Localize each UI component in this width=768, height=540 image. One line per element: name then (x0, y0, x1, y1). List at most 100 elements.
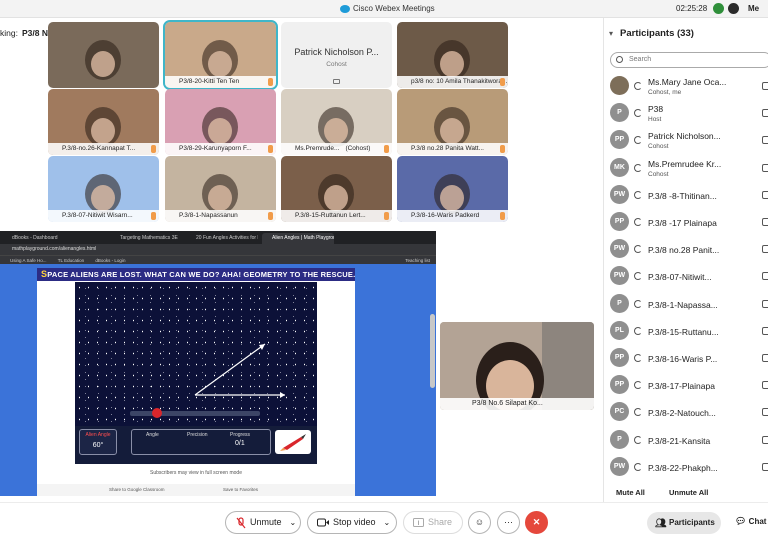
end-call-icon[interactable]: ✕ (525, 511, 548, 534)
participant-mic-icon[interactable] (762, 163, 768, 172)
bookmark[interactable]: Using A Safe Ho... (10, 258, 47, 263)
participant-row[interactable]: PW P.3/8-07-Nitiwit... (604, 264, 768, 291)
browser-tab[interactable]: Targeting Mathematics 3E (110, 233, 182, 244)
video-tile[interactable]: P.3/8-16-Waris Padkerd (397, 156, 508, 222)
menu-extra[interactable]: Me (748, 4, 759, 13)
participant-mic-icon[interactable] (762, 326, 768, 335)
participant-mic-icon[interactable] (762, 299, 768, 308)
connection-status-icon (634, 354, 642, 362)
connection-status-icon (634, 190, 642, 199)
video-tile[interactable] (48, 22, 159, 88)
more-options-icon[interactable]: ··· (497, 511, 520, 534)
avatar: PP (610, 348, 629, 367)
connection-status-icon (634, 245, 642, 254)
avatar (610, 76, 629, 95)
unmute-all-button[interactable]: Unmute All (669, 488, 708, 497)
video-tile[interactable]: P.3/8-1-Napassanun (165, 156, 276, 222)
participants-title: Participants (33) (620, 28, 694, 39)
video-tile[interactable]: Patrick Nicholson P... Cohost (281, 22, 392, 88)
bookmark[interactable]: TL Education (58, 258, 84, 263)
people-icon: 👥︎ (655, 518, 667, 528)
mic-icon (500, 145, 505, 153)
participant-name: P.3/8 no.28 Panit... (648, 245, 720, 256)
participant-mic-icon[interactable] (762, 408, 768, 417)
connection-status-icon (634, 381, 642, 390)
video-tile[interactable]: P.3/8-07-Nitiwit Wisarn... (48, 156, 159, 222)
share-button[interactable]: Share (403, 511, 463, 534)
mic-muted-icon (236, 517, 246, 528)
avatar: PW (610, 239, 629, 259)
video-tile[interactable]: P3/8-20-Kitti Ten Ten (163, 20, 278, 90)
participant-row[interactable]: PP P.3/8-16-Waris P... (604, 346, 768, 373)
participant-mic-icon[interactable] (762, 136, 768, 145)
video-tile[interactable]: P.3/8-no.26-Kannapat T... (48, 89, 159, 155)
browser-tab-bar: dBooks - Dashboard Targeting Mathematics… (0, 231, 436, 244)
participant-row[interactable]: PP P.3/8 -17 Plainapa (604, 210, 768, 237)
participant-mic-icon[interactable] (762, 245, 768, 254)
reactions-icon[interactable]: ☺ (468, 511, 491, 534)
avatar: P (610, 429, 629, 449)
video-tile[interactable]: P.3/8-15-Ruttanun Lert... (281, 156, 392, 222)
participant-mic-icon[interactable] (762, 354, 768, 362)
content-scrollbar[interactable] (430, 314, 435, 388)
stop-video-button[interactable]: Stop video ⌄ (307, 511, 397, 534)
participants-button[interactable]: 👥︎ Participants (647, 512, 721, 534)
participant-row[interactable]: PC P.3/8-2-Natouch... (604, 400, 768, 427)
shared-screen: dBooks - Dashboard Targeting Mathematics… (0, 231, 436, 496)
participant-mic-icon[interactable] (762, 218, 768, 226)
chat-button[interactable]: 💬︎ Chat (735, 516, 766, 527)
bookmark[interactable]: dBooks - Login (95, 258, 125, 263)
video-tile[interactable]: Ms.Premrude... (Cohost) (281, 89, 392, 155)
avatar: PL (610, 320, 629, 340)
participant-row[interactable]: PW P.3/8-22-Phakph... (604, 455, 768, 482)
participant-row[interactable]: MK Ms.Premrudee Kr... Cohost (604, 156, 768, 183)
connection-status-icon (634, 218, 642, 226)
self-view-video[interactable]: P3/8 No.6 Silapat Ko... (440, 322, 594, 410)
angle-drawing (130, 343, 285, 418)
participant-name: Ms.Premrudee Kr... (648, 158, 722, 169)
participant-mic-icon[interactable] (762, 82, 768, 90)
mute-all-button[interactable]: Mute All (616, 488, 645, 497)
browser-tab-active[interactable]: Alien Angles | Math Playground (262, 233, 334, 244)
participant-mic-icon[interactable] (762, 190, 768, 199)
participant-mic-icon[interactable] (762, 109, 768, 118)
video-tile[interactable]: P.3/8 no.28 Panita Watt... (397, 89, 508, 155)
participant-mic-icon[interactable] (762, 381, 768, 390)
participant-mic-icon[interactable] (762, 435, 768, 444)
share-classroom-link[interactable]: Share to Google Classroom (109, 487, 165, 492)
unmute-button[interactable]: Unmute ⌄ (225, 511, 301, 534)
web-footer: Share to Google Classroom Save to Favori… (37, 484, 355, 496)
video-tile[interactable]: p3/8 no: 10 Amila Thanakitwora... (397, 22, 508, 88)
save-favorites-link[interactable]: Save to Favorites (223, 487, 258, 492)
participant-row[interactable]: PP P.3/8-17-Plainapa (604, 373, 768, 400)
collapse-chevron-icon[interactable]: ▾ (609, 29, 613, 38)
address-bar[interactable]: mathplayground.com/alienangles.html (0, 244, 436, 255)
chevron-down-icon[interactable]: ⌄ (384, 518, 391, 527)
participant-row[interactable]: PL P.3/8-15-Ruttanu... (604, 319, 768, 346)
video-tile[interactable]: P3/8-29-Karunyaporn F... (165, 89, 276, 155)
connection-status-icon (634, 136, 642, 145)
webpage: SPACE ALIENS ARE LOST. WHAT CAN WE DO? A… (0, 264, 436, 496)
tile-role: Cohost (326, 61, 347, 68)
participant-row[interactable]: Ms.Mary Jane Oca... Cohost, me (604, 74, 768, 101)
browser-tab[interactable]: 20 Fun Angles Activities for Kids (186, 233, 258, 244)
participant-row[interactable]: PW P.3/8 -8-Thitinan... (604, 183, 768, 210)
participant-row[interactable]: P P.3/8-1-Napassa... (604, 292, 768, 319)
avatar: PP (610, 212, 629, 231)
participant-row[interactable]: PW P.3/8 no.28 Panit... (604, 237, 768, 264)
connection-status-icon (634, 299, 642, 308)
tile-label: p3/8 no: 10 Amila Thanakitwora... (397, 76, 508, 88)
browser-tab[interactable]: dBooks - Dashboard (2, 233, 74, 244)
participant-row[interactable]: P P38 Host (604, 101, 768, 128)
participant-search-input[interactable]: Search (610, 52, 768, 68)
participant-mic-icon[interactable] (762, 272, 768, 281)
game-space-canvas[interactable] (75, 282, 317, 426)
launch-rocket-button[interactable] (275, 430, 311, 454)
participant-row[interactable]: P P.3/8-21-Kansita (604, 428, 768, 455)
participant-row[interactable]: PP Patrick Nicholson... Cohost (604, 128, 768, 155)
participant-mic-icon[interactable] (762, 462, 768, 471)
subscriber-note[interactable]: Subscribers may view in full screen mode (37, 470, 355, 476)
battery-icon (728, 3, 739, 14)
chevron-down-icon[interactable]: ⌄ (290, 518, 297, 527)
tile-label: P3/8-29-Karunyaporn F... (165, 143, 276, 155)
